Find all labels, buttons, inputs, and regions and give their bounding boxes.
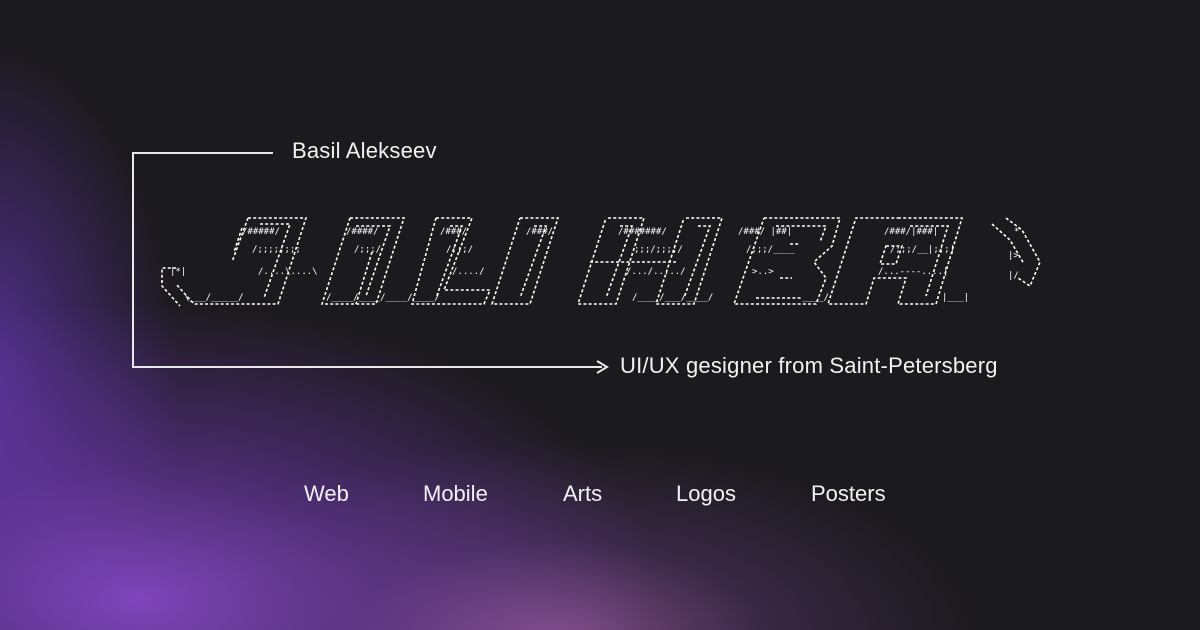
svg-text:/###/ |##|: /###/ |##| — [738, 227, 792, 237]
svg-text:/...----....|: /...----....| — [878, 267, 948, 277]
svg-text:>..>: >..> — [752, 267, 774, 277]
svg-text:/.../...../: /.../...../ — [626, 267, 686, 277]
author-tagline: UI/UX gesigner from Saint-Petersberg — [620, 353, 998, 378]
svg-text:/____/____/____/____/: /____/____/____/____/ — [326, 293, 440, 303]
bracket-vertical-line — [132, 152, 134, 368]
nav-item-arts[interactable]: Arts — [563, 478, 602, 510]
svg-text:/..../: /..../ — [452, 267, 485, 277]
portfolio-nav: Web Mobile Arts Logos Posters — [0, 478, 1200, 510]
svg-text:/____/___/____/: /____/___/____/ — [632, 293, 713, 303]
svg-text:;;;/;;;;/: ;;;/;;;;/ — [634, 245, 683, 255]
ascii-logo-graphic: /#####/ /####/ /###/ /###/ /#######/ /##… — [161, 217, 1041, 307]
svg-text:/###/|###|: /###/|###| — [884, 227, 938, 237]
svg-text:\___/_____/: \___/_____/ — [184, 293, 244, 303]
svg-text:|*|: |*| — [170, 267, 186, 277]
nav-item-mobile[interactable]: Mobile — [423, 478, 488, 510]
svg-text:/;;;/__|;;;|: /;;;/__|;;;| — [890, 245, 955, 255]
svg-text:/;;;/____: /;;;/____ — [746, 245, 795, 255]
svg-text:/;;;/: /;;;/ — [354, 245, 381, 255]
svg-text:/####/: /####/ — [346, 227, 379, 237]
bracket-top-line — [132, 152, 273, 154]
svg-text:/;;;/: /;;;/ — [446, 245, 473, 255]
svg-text:*: * — [1014, 227, 1019, 237]
svg-text:____/: ____/ — [802, 293, 829, 303]
svg-text:/....\....\: /....\....\ — [258, 267, 318, 277]
svg-text:/#####/: /#####/ — [242, 227, 280, 237]
svg-text:/#######/: /#######/ — [618, 227, 667, 237]
ascii-art-logo-icon: /#####/ /####/ /###/ /###/ /#######/ /##… — [150, 206, 1050, 326]
arrow-right-icon — [596, 360, 609, 374]
nav-item-logos[interactable]: Logos — [676, 478, 736, 510]
svg-text:|>: |> — [1008, 251, 1019, 261]
nav-item-web[interactable]: Web — [304, 478, 349, 510]
bracket-bottom-line — [132, 366, 602, 368]
svg-text:|/: |/ — [1008, 271, 1019, 281]
nav-item-posters[interactable]: Posters — [811, 478, 886, 510]
svg-text:/###/: /###/ — [440, 227, 467, 237]
author-name: Basil Alekseev — [292, 138, 437, 163]
hero: Basil Alekseev /#####/ /####/ /###/ /###… — [0, 0, 1200, 630]
svg-text:|___|: |___| — [942, 293, 969, 303]
svg-text:/;;;;;;;;: /;;;;;;;; — [252, 245, 301, 255]
svg-text:/###/: /###/ — [526, 227, 553, 237]
